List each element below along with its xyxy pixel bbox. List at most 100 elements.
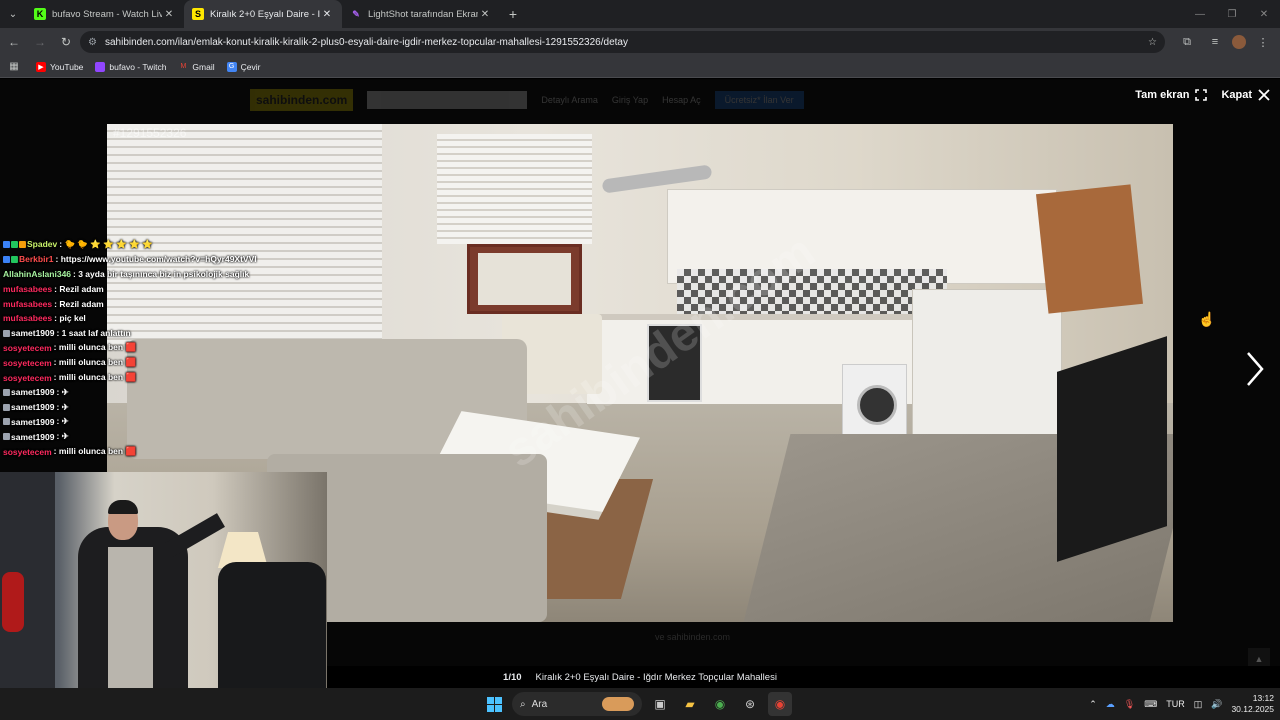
tab-kick[interactable]: K bufavo Stream - Watch Live on ✕ <box>26 0 184 28</box>
chat-username[interactable]: sosyetecem <box>3 447 52 457</box>
wifi-icon[interactable]: ◫ <box>1194 699 1203 710</box>
network-app-icon[interactable]: ☁ <box>1106 699 1115 710</box>
forward-icon[interactable]: → <box>28 30 52 54</box>
bookmark-label: YouTube <box>50 61 84 72</box>
chat-username[interactable]: Berkbir1 <box>19 254 54 264</box>
chat-username[interactable]: samet1909 <box>11 387 54 397</box>
chat-text: : milli olunca ben 🟥 <box>53 372 137 383</box>
minimize-icon[interactable]: — <box>1184 0 1216 28</box>
webcam-person-shirt <box>108 547 153 688</box>
chat-username[interactable]: sosyetecem <box>3 343 52 353</box>
bookmark-twitch[interactable]: bufavo - Twitch <box>95 61 167 72</box>
login-link[interactable]: Giriş Yap <box>612 95 648 105</box>
chrome-active-icon[interactable]: ◉ <box>768 692 792 716</box>
chat-username[interactable]: Spadev <box>27 239 57 249</box>
navigation-bar: ← → ↻ ⚙ sahibinden.com/ilan/emlak-konut-… <box>0 28 1280 56</box>
site-logo[interactable]: sahibinden.com <box>250 89 354 111</box>
chat-username[interactable]: samet1909 <box>11 402 54 412</box>
chat-badge-icon <box>19 240 26 248</box>
webcam-person-cap <box>108 500 138 514</box>
chat-badge-icon <box>3 240 10 248</box>
microphone-icon[interactable]: 🎙 <box>1124 699 1135 710</box>
volume-icon[interactable]: 🔊 <box>1211 699 1222 710</box>
tab-title: LightShot tarafından Ekran Gör <box>368 8 478 20</box>
tab-title: bufavo Stream - Watch Live on <box>52 8 162 20</box>
gmail-icon: M <box>180 63 187 70</box>
close-window-icon[interactable]: ✕ <box>1248 0 1280 28</box>
chat-text: : milli olunca ben 🟥 <box>53 357 137 368</box>
chat-message: sosyetecem: milli olunca ben 🟥 <box>0 370 330 385</box>
start-button[interactable] <box>482 692 506 716</box>
sahibinden-icon: S <box>192 8 204 20</box>
post-ad-button[interactable]: Ücretsiz* İlan Ver <box>714 91 804 109</box>
menu-icon[interactable]: ⋮ <box>1252 31 1274 53</box>
language-indicator[interactable]: TUR <box>1166 699 1185 709</box>
taskbar-search[interactable]: ⌕ Ara <box>512 692 642 716</box>
chat-text: : https://www.youtube.com/watch?v=hQyr49… <box>55 254 257 265</box>
chat-username[interactable]: mufasabees <box>3 299 52 309</box>
photo-blind <box>437 134 592 244</box>
chat-username[interactable]: samet1909 <box>11 432 54 442</box>
chat-message: samet1909: ✈ <box>0 400 330 415</box>
kick-icon: K <box>34 8 46 20</box>
close-tab-icon[interactable]: ✕ <box>162 9 176 20</box>
steam-icon[interactable]: ⊛ <box>738 692 762 716</box>
close-tab-icon[interactable]: ✕ <box>478 9 492 20</box>
stream-chat-overlay: Spadev: 🐤 🐤 ⭐ ⭐ ⭐ ⭐ ⭐ Berkbir1: https://w… <box>0 237 330 472</box>
chat-message: mufasabees: piç kel <box>0 311 330 326</box>
chat-username[interactable]: sosyetecem <box>3 358 52 368</box>
bookmark-translate[interactable]: G Çevir <box>226 61 260 72</box>
tab-sahibinden[interactable]: S Kiralık 2+0 Eşyalı Daire - Iğdır M ✕ <box>184 0 342 28</box>
fullscreen-button[interactable]: Tam ekran <box>1135 89 1208 101</box>
bookmark-label: bufavo - Twitch <box>109 61 167 72</box>
lightbox-controls: Tam ekran Kapat <box>1135 89 1270 101</box>
site-search-input[interactable] <box>367 91 528 109</box>
tab-search-icon[interactable]: ⌄ <box>0 0 26 28</box>
file-explorer-icon[interactable]: ▰ <box>678 692 702 716</box>
next-photo-button[interactable] <box>1240 349 1270 389</box>
twitch-icon <box>95 61 106 72</box>
register-link[interactable]: Hesap Aç <box>662 95 701 105</box>
hand-cursor-icon: ☝ <box>1198 311 1216 327</box>
clock[interactable]: 13:12 30.12.2025 <box>1231 693 1274 715</box>
media-controls-icon[interactable]: ≡ <box>1204 31 1226 53</box>
task-view-icon[interactable]: ▣ <box>648 692 672 716</box>
extensions-icon[interactable]: ⧉ <box>1176 31 1198 53</box>
back-icon[interactable]: ← <box>2 30 26 54</box>
chat-username[interactable]: mufasabees <box>3 313 52 323</box>
reload-icon[interactable]: ↻ <box>54 30 78 54</box>
chat-text: : milli olunca ben 🟥 <box>53 342 137 353</box>
bookmark-star-icon[interactable]: ☆ <box>1148 37 1157 48</box>
chat-text: : ✈ <box>56 386 69 397</box>
restore-icon[interactable]: ❐ <box>1216 0 1248 28</box>
address-bar[interactable]: ⚙ sahibinden.com/ilan/emlak-konut-kirali… <box>80 31 1165 53</box>
apps-icon[interactable]: ▦ <box>2 55 26 79</box>
site-info-icon[interactable]: ⚙ <box>88 37 97 48</box>
bookmark-gmail[interactable]: M Gmail <box>178 62 215 72</box>
chat-username[interactable]: samet1909 <box>11 417 54 427</box>
chrome-icon[interactable]: ◉ <box>708 692 732 716</box>
new-tab-button[interactable]: + <box>500 0 526 28</box>
system-tray: ⌃ ☁ 🎙 ⌨ TUR ◫ 🔊 13:12 30.12.2025 <box>1089 688 1274 720</box>
chat-text: : 🐤 🐤 ⭐ ⭐ ⭐ ⭐ ⭐ <box>59 238 153 249</box>
chat-badge-icon <box>3 329 10 337</box>
chat-username[interactable]: sosyetecem <box>3 373 52 383</box>
chat-username[interactable]: AllahinAslani346 <box>3 269 71 279</box>
close-lightbox-button[interactable]: Kapat <box>1221 89 1270 101</box>
lightshot-icon: ✎ <box>352 8 360 19</box>
bookmarks-bar: ▦ ▶ YouTube bufavo - Twitch M Gmail G Çe… <box>0 56 1280 78</box>
chat-username[interactable]: mufasabees <box>3 284 52 294</box>
url-text[interactable]: sahibinden.com/ilan/emlak-konut-kiralik-… <box>105 37 1148 48</box>
tab-lightshot[interactable]: ✎ LightShot tarafından Ekran Gör ✕ <box>342 0 500 28</box>
tab-title: Kiralık 2+0 Eşyalı Daire - Iğdır M <box>210 8 320 20</box>
tray-overflow-icon[interactable]: ⌃ <box>1089 699 1097 710</box>
fullscreen-label: Tam ekran <box>1135 89 1190 101</box>
detailed-search-link[interactable]: Detaylı Arama <box>541 95 598 105</box>
profile-avatar[interactable] <box>1232 35 1246 49</box>
bookmark-youtube[interactable]: ▶ YouTube <box>36 61 84 72</box>
close-tab-icon[interactable]: ✕ <box>320 9 334 20</box>
window-controls: — ❐ ✕ <box>1184 0 1280 28</box>
keyboard-icon[interactable]: ⌨ <box>1144 699 1157 710</box>
fullscreen-icon <box>1195 89 1208 101</box>
chat-username[interactable]: samet1909 <box>11 328 54 338</box>
